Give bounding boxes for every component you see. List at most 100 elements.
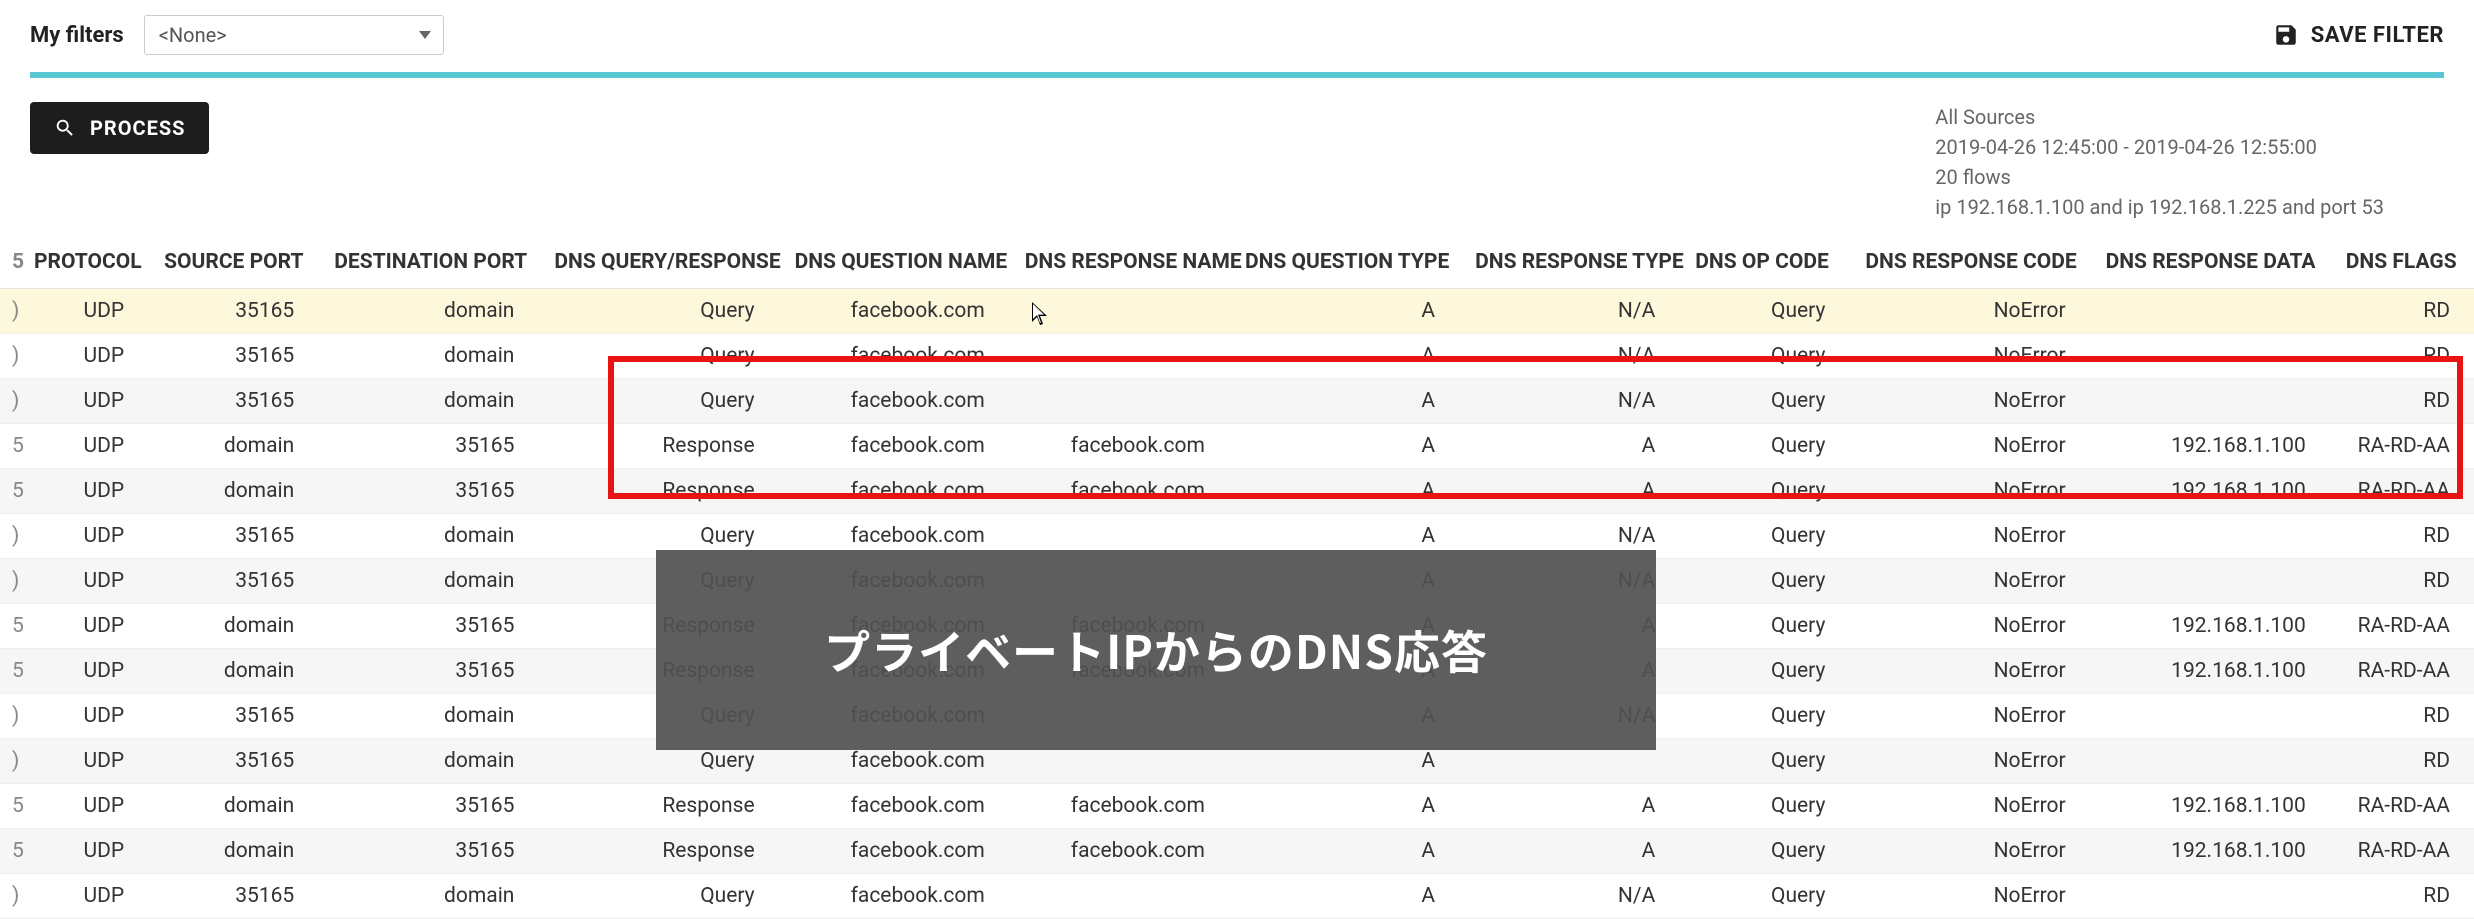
cell-source-port: domain [152, 469, 322, 514]
cell-protocol: UDP [22, 874, 152, 919]
cell-dns-rtype: A [1463, 784, 1683, 829]
col-dns-qname[interactable]: DNS QUESTION NAME [783, 240, 1013, 289]
cell-dns-qtype: A [1233, 424, 1463, 469]
cell-dns-qr: Query [542, 874, 782, 919]
cell-source-port: 35165 [152, 739, 322, 784]
cell-stub: ) [0, 874, 22, 919]
col-dns-rcode[interactable]: DNS RESPONSE CODE [1853, 240, 2093, 289]
cell-dns-qname: facebook.com [783, 874, 1013, 919]
cell-source-port: 35165 [152, 334, 322, 379]
cell-dns-rdata [2094, 559, 2334, 604]
cell-dns-qr: Response [542, 604, 782, 649]
col-dns-qtype[interactable]: DNS QUESTION TYPE [1233, 240, 1463, 289]
cell-dns-qname: facebook.com [783, 649, 1013, 694]
cell-dns-qname: facebook.com [783, 604, 1013, 649]
cell-dns-qname: facebook.com [783, 784, 1013, 829]
table-row[interactable]: )UDP35165domainQueryfacebook.comAN/AQuer… [0, 694, 2474, 739]
cell-dns-rname: facebook.com [1013, 649, 1233, 694]
table-row[interactable]: )UDP35165domainQueryfacebook.comAN/AQuer… [0, 874, 2474, 919]
cell-dns-qr: Query [542, 334, 782, 379]
cell-dns-qtype: A [1233, 379, 1463, 424]
cell-dns-rname: facebook.com [1013, 604, 1233, 649]
cell-protocol: UDP [22, 694, 152, 739]
cell-stub: ) [0, 514, 22, 559]
table-row[interactable]: 5UDPdomain35165Responsefacebook.comfaceb… [0, 469, 2474, 514]
table-row[interactable]: )UDP35165domainQueryfacebook.comAN/AQuer… [0, 559, 2474, 604]
save-filter-button[interactable]: SAVE FILTER [2273, 22, 2444, 48]
info-filterexpr: ip 192.168.1.100 and ip 192.168.1.225 an… [1935, 192, 2384, 222]
table-row[interactable]: 5UDPdomain35165Responsefacebook.comfaceb… [0, 649, 2474, 694]
filter-dropdown[interactable]: <None> [144, 15, 444, 55]
cell-protocol: UDP [22, 379, 152, 424]
col-destination-port[interactable]: DESTINATION PORT [322, 240, 542, 289]
cell-stub: ) [0, 289, 22, 334]
cell-dns-opcode: Query [1683, 379, 1853, 424]
cell-protocol: UDP [22, 514, 152, 559]
table-row[interactable]: )UDP35165domainQueryfacebook.comAN/AQuer… [0, 334, 2474, 379]
cell-dns-rcode: NoError [1853, 784, 2093, 829]
col-dns-rname[interactable]: DNS RESPONSE NAME [1013, 240, 1233, 289]
cell-dns-rcode: NoError [1853, 874, 2093, 919]
table-row[interactable]: 5UDPdomain35165Responsefacebook.comfaceb… [0, 604, 2474, 649]
cell-dns-opcode: Query [1683, 514, 1853, 559]
cell-dns-rtype: N/A [1463, 874, 1683, 919]
cell-dns-opcode: Query [1683, 559, 1853, 604]
cell-dns-rtype: A [1463, 829, 1683, 874]
cell-dns-qname: facebook.com [783, 514, 1013, 559]
cell-dns-qtype: A [1233, 874, 1463, 919]
cell-destination-port: domain [322, 739, 542, 784]
cell-dns-rname [1013, 289, 1233, 334]
table-row[interactable]: )UDP35165domainQueryfacebook.comAN/AQuer… [0, 289, 2474, 334]
cell-stub: ) [0, 559, 22, 604]
cell-dns-rname [1013, 379, 1233, 424]
action-row: PROCESS All Sources 2019-04-26 12:45:00 … [0, 78, 2474, 240]
cell-stub: ) [0, 334, 22, 379]
cell-dns-rname: facebook.com [1013, 469, 1233, 514]
cell-dns-flags: RD [2334, 334, 2474, 379]
cell-dns-rdata [2094, 379, 2334, 424]
cell-dns-qtype: A [1233, 514, 1463, 559]
save-filter-label: SAVE FILTER [2311, 23, 2444, 48]
table-row[interactable]: )UDP35165domainQueryfacebook.comAN/AQuer… [0, 379, 2474, 424]
cell-dns-qtype: A [1233, 334, 1463, 379]
cell-protocol: UDP [22, 604, 152, 649]
col-stub[interactable]: 5 [0, 240, 22, 289]
cell-destination-port: domain [322, 289, 542, 334]
process-button[interactable]: PROCESS [30, 102, 209, 154]
cell-dns-qr: Response [542, 649, 782, 694]
cell-dns-flags: RA-RD-AA [2334, 649, 2474, 694]
col-dns-opcode[interactable]: DNS OP CODE [1683, 240, 1853, 289]
cell-dns-qname: facebook.com [783, 559, 1013, 604]
table-row[interactable]: )UDP35165domainQueryfacebook.comAQueryNo… [0, 739, 2474, 784]
table-row[interactable]: 5UDPdomain35165Responsefacebook.comfaceb… [0, 424, 2474, 469]
cell-protocol: UDP [22, 289, 152, 334]
cell-dns-rcode: NoError [1853, 379, 2093, 424]
cell-stub: 5 [0, 649, 22, 694]
col-dns-rtype[interactable]: DNS RESPONSE TYPE [1463, 240, 1683, 289]
col-protocol[interactable]: PROTOCOL [22, 240, 152, 289]
col-dns-qr[interactable]: DNS QUERY/RESPONSE [542, 240, 782, 289]
cell-dns-qname: facebook.com [783, 469, 1013, 514]
cell-protocol: UDP [22, 334, 152, 379]
cell-source-port: domain [152, 829, 322, 874]
cell-dns-rname [1013, 514, 1233, 559]
cell-dns-rcode: NoError [1853, 334, 2093, 379]
cell-dns-rname: facebook.com [1013, 424, 1233, 469]
cell-source-port: domain [152, 604, 322, 649]
cell-dns-opcode: Query [1683, 874, 1853, 919]
table-row[interactable]: 5UDPdomain35165Responsefacebook.comfaceb… [0, 829, 2474, 874]
col-source-port[interactable]: SOURCE PORT [152, 240, 322, 289]
cell-dns-rcode: NoError [1853, 694, 2093, 739]
cell-protocol: UDP [22, 784, 152, 829]
table-row[interactable]: )UDP35165domainQueryfacebook.comAN/AQuer… [0, 514, 2474, 559]
cell-dns-qr: Response [542, 424, 782, 469]
table-row[interactable]: 5UDPdomain35165Responsefacebook.comfaceb… [0, 784, 2474, 829]
info-flowcount: 20 flows [1935, 162, 2384, 192]
query-info: All Sources 2019-04-26 12:45:00 - 2019-0… [1935, 102, 2444, 222]
cell-dns-rcode: NoError [1853, 424, 2093, 469]
col-dns-rdata[interactable]: DNS RESPONSE DATA [2094, 240, 2334, 289]
info-sources: All Sources [1935, 102, 2384, 132]
cell-destination-port: domain [322, 514, 542, 559]
col-dns-flags[interactable]: DNS FLAGS [2334, 240, 2474, 289]
cell-source-port: 35165 [152, 694, 322, 739]
